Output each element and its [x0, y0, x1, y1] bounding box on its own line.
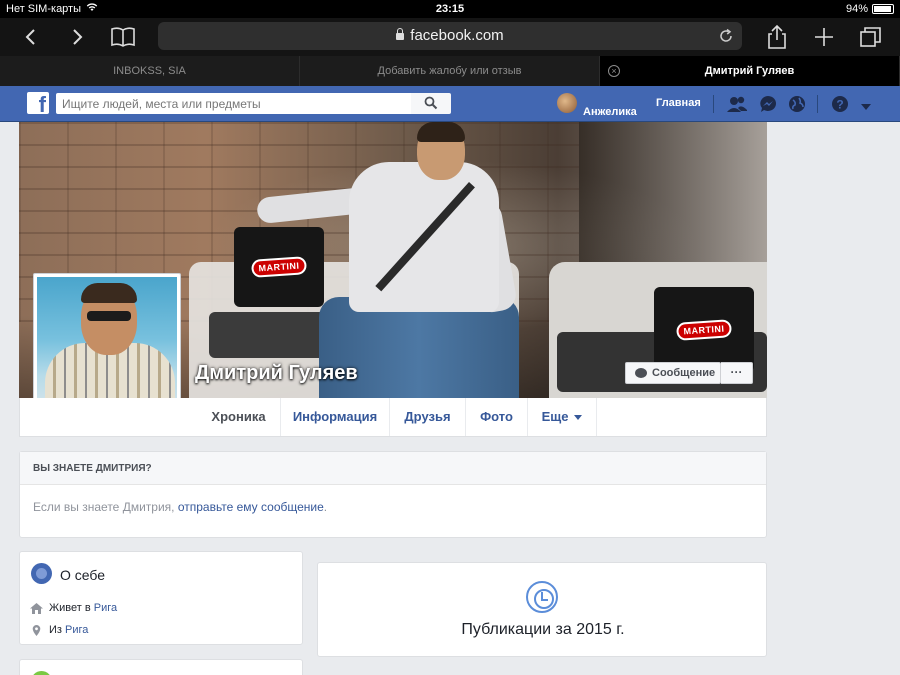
photos-icon: [31, 671, 52, 675]
divider: [817, 95, 818, 113]
publications-title: Публикации за 2015 г.: [461, 621, 625, 638]
martini-logo: MARTINI: [250, 256, 308, 278]
url-text: facebook.com: [410, 27, 504, 44]
clock: 23:15: [435, 3, 465, 15]
profile-picture-glasses: [87, 311, 131, 321]
tab-label: Друзья: [404, 409, 451, 424]
chevron-down-icon[interactable]: [860, 99, 878, 117]
tab-label: Хроника: [211, 409, 266, 424]
share-icon[interactable]: [762, 22, 792, 52]
intro-row-from: Из Рига: [30, 624, 88, 636]
location-pin-icon: [30, 624, 43, 636]
intro-card: О себе Живет в Рига Из Рига: [19, 551, 303, 645]
know-person-title: ВЫ ЗНАЕТЕ ДМИТРИЯ?: [20, 452, 766, 485]
cover-person-hair: [417, 122, 465, 142]
chevron-down-icon: [574, 415, 583, 421]
cover-pillow: MARTINI: [234, 227, 324, 307]
home-link[interactable]: Главная: [656, 97, 701, 109]
browser-tab-strip: INBOKSS, SIA Добавить жалобу или отзыв ×…: [0, 56, 900, 86]
tab-label: Фото: [480, 409, 513, 424]
browser-tab[interactable]: INBOKSS, SIA: [0, 56, 300, 86]
tab-title: INBOKSS, SIA: [113, 65, 186, 77]
tab-photos[interactable]: Фото: [466, 398, 528, 436]
avatar[interactable]: [557, 93, 577, 113]
book-icon[interactable]: [108, 22, 138, 52]
tab-label: Информация: [292, 409, 378, 424]
know-person-text-after: .: [323, 500, 328, 514]
clock-icon: [526, 581, 558, 613]
photos-card: [19, 659, 303, 675]
city-link[interactable]: Рига: [65, 624, 88, 636]
tab-title: Дмитрий Гуляев: [704, 65, 795, 77]
intro-title: О себе: [60, 567, 106, 583]
martini-logo: MARTINI: [675, 318, 733, 341]
svg-text:?: ?: [836, 98, 843, 112]
facebook-logo[interactable]: f: [27, 92, 49, 114]
publications-card: Публикации за 2015 г.: [317, 562, 767, 657]
more-options-button[interactable]: ···: [721, 362, 753, 384]
tab-timeline[interactable]: Хроника: [197, 398, 281, 436]
address-bar[interactable]: facebook.com: [158, 22, 742, 50]
search-button[interactable]: [411, 93, 451, 114]
message-button-label: Сообщение: [652, 367, 716, 379]
chevron-right-icon[interactable]: [62, 22, 92, 52]
profile-name[interactable]: Дмитрий Гуляев: [195, 362, 358, 385]
battery-icon: [872, 4, 894, 14]
home-icon: [30, 602, 43, 614]
know-person-text: Если вы знаете Дмитрия, отправьте ему со…: [20, 485, 766, 529]
profile-nav: Хроника Информация Друзья Фото Еще: [19, 398, 767, 437]
cover-pillow: MARTINI: [654, 287, 754, 372]
tab-friends[interactable]: Друзья: [390, 398, 466, 436]
message-button[interactable]: Сообщение: [625, 362, 721, 384]
profile-picture-hair: [81, 283, 137, 303]
know-person-card: ВЫ ЗНАЕТЕ ДМИТРИЯ? Если вы знаете Дмитри…: [19, 451, 767, 538]
facebook-header: f Анжелика Главная ?: [0, 86, 900, 122]
status-bar: Нет SIM-карты 23:15 94%: [0, 0, 900, 18]
browser-toolbar: facebook.com: [0, 18, 900, 56]
notifications-globe-icon[interactable]: [788, 95, 806, 113]
tabs-icon[interactable]: [856, 22, 886, 52]
friend-requests-icon[interactable]: [727, 95, 747, 113]
plus-icon[interactable]: [809, 22, 839, 52]
browser-tab-active[interactable]: × Дмитрий Гуляев: [600, 56, 900, 86]
close-icon[interactable]: ×: [608, 65, 620, 77]
battery-percent: 94%: [845, 3, 868, 15]
browser-tab[interactable]: Добавить жалобу или отзыв: [300, 56, 600, 86]
city-link[interactable]: Рига: [94, 602, 117, 614]
globe-icon: [31, 563, 52, 584]
tab-more[interactable]: Еще: [528, 398, 597, 436]
messenger-icon: [635, 368, 647, 378]
divider: [713, 95, 714, 113]
lock-icon: [396, 28, 405, 40]
tab-label: Еще: [541, 409, 569, 424]
user-name-link[interactable]: Анжелика: [583, 106, 637, 118]
messenger-icon[interactable]: [759, 95, 777, 113]
help-icon[interactable]: ?: [831, 95, 849, 113]
intro-row-prefix: Живет в: [49, 602, 94, 614]
search-input[interactable]: [56, 93, 411, 114]
profile-picture-image: [37, 277, 177, 417]
intro-row-prefix: Из: [49, 624, 66, 636]
reload-icon[interactable]: [716, 22, 736, 54]
send-message-link[interactable]: отправьте ему сообщение: [178, 500, 324, 514]
intro-row-lives-in: Живет в Рига: [30, 602, 117, 614]
tab-about[interactable]: Информация: [281, 398, 390, 436]
know-person-text-before: Если вы знаете Дмитрия,: [33, 500, 178, 514]
chevron-left-icon[interactable]: [16, 22, 46, 52]
tab-title: Добавить жалобу или отзыв: [377, 65, 522, 77]
